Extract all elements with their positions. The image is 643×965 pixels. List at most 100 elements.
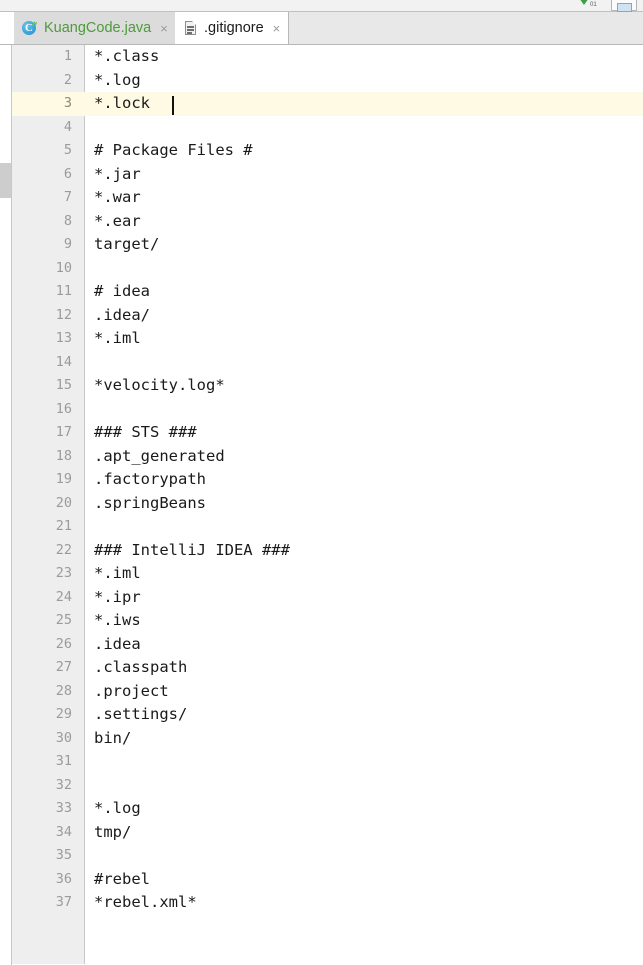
code-line-row[interactable]: 2 *.log: [12, 69, 643, 93]
code-line-row[interactable]: 13 *.iml: [12, 327, 643, 351]
line-text: # Package Files #: [94, 141, 253, 159]
code-line-row[interactable]: 12 .idea/: [12, 304, 643, 328]
close-icon[interactable]: ×: [160, 22, 168, 35]
line-text: *rebel.xml*: [94, 893, 197, 911]
code-line-row[interactable]: 3 *.lock: [12, 92, 643, 116]
line-number: 3: [63, 95, 72, 111]
code-line-row[interactable]: 1 *.class: [12, 45, 643, 69]
left-tool-strip[interactable]: [0, 45, 12, 965]
code-line-row[interactable]: 15 *velocity.log*: [12, 374, 643, 398]
line-text: *.iws: [94, 611, 141, 629]
code-line-row[interactable]: 7 *.war: [12, 186, 643, 210]
code-line-row[interactable]: 21: [12, 515, 643, 539]
run-badge-icon[interactable]: 10 01: [579, 0, 601, 10]
code-line-row[interactable]: 32: [12, 774, 643, 798]
code-line-row[interactable]: 26 .idea: [12, 633, 643, 657]
line-text: tmp/: [94, 822, 132, 841]
line-text: .idea: [94, 634, 141, 653]
tool-window-glyph: [617, 3, 632, 12]
line-text: *.iml: [94, 564, 141, 582]
close-icon[interactable]: ×: [273, 22, 281, 35]
line-text: .factorypath: [94, 470, 206, 488]
code-line-row[interactable]: 24 *.ipr: [12, 586, 643, 610]
line-text: *.log: [94, 799, 141, 817]
code-line-row[interactable]: 19 .factorypath: [12, 468, 643, 492]
line-text: .idea/: [94, 305, 150, 324]
scrollbar-thumb[interactable]: [0, 163, 11, 198]
badge-count-bottom: 01: [590, 2, 597, 8]
file-icon-line: [187, 29, 194, 31]
code-line-row[interactable]: 28 .project: [12, 680, 643, 704]
green-down-arrow-icon: [579, 0, 589, 5]
line-text: .classpath: [94, 658, 188, 676]
line-text: *.jar: [94, 164, 141, 183]
tool-window-icon[interactable]: [611, 0, 637, 12]
code-line-row[interactable]: 29 .settings/: [12, 703, 643, 727]
editor-tab-bar: C KuangCode.java × .gitignore ×: [0, 12, 643, 45]
code-line-row[interactable]: 9 target/: [12, 233, 643, 257]
line-number: 7: [63, 189, 72, 205]
code-line-row[interactable]: 31: [12, 750, 643, 774]
line-number: 35: [55, 847, 72, 863]
toolbar-strip: 10 01: [0, 0, 643, 25]
code-line-row[interactable]: 5 # Package Files #: [12, 139, 643, 163]
line-text: .settings/: [94, 705, 188, 723]
text-caret: [172, 96, 174, 115]
line-text: *.class: [94, 47, 160, 65]
code-line-row[interactable]: 20 .springBeans: [12, 492, 643, 516]
code-line-row[interactable]: 23 *.iml: [12, 562, 643, 586]
tab-gitignore[interactable]: .gitignore ×: [175, 12, 290, 44]
code-editor[interactable]: 1 *.class 2 *.log 3 *.lock 4 5 # Package Files #…: [12, 45, 643, 965]
code-line-row[interactable]: 25 *.iws: [12, 609, 643, 633]
line-number: 24: [55, 588, 72, 605]
code-line-row[interactable]: 30 bin/: [12, 727, 643, 751]
code-line-row[interactable]: 27 .classpath: [12, 656, 643, 680]
line-number: 29: [55, 706, 72, 722]
tab-label: .gitignore: [204, 20, 264, 36]
line-number: 9: [63, 236, 72, 252]
code-line-row[interactable]: 18 .apt_generated: [12, 445, 643, 469]
line-text: *.lock: [94, 94, 150, 112]
tab-label: KuangCode.java: [44, 20, 152, 36]
code-line-row[interactable]: 22 ### IntelliJ IDEA ###: [12, 539, 643, 563]
text-file-icon: [183, 20, 198, 36]
code-line-row[interactable]: 37 *rebel.xml*: [12, 891, 643, 915]
tab-kuangcode-java[interactable]: C KuangCode.java ×: [14, 12, 177, 44]
line-number: 13: [55, 330, 72, 346]
line-text: .project: [94, 681, 169, 700]
code-line-row[interactable]: 8 *.ear: [12, 210, 643, 234]
tabbar-left-padding: [0, 12, 14, 44]
line-number: 25: [55, 612, 72, 628]
line-number: 12: [55, 306, 72, 323]
line-number: 30: [55, 729, 72, 746]
line-number: 15: [55, 377, 72, 393]
line-number: 4: [63, 118, 72, 135]
code-line-row[interactable]: 10: [12, 257, 643, 281]
line-text: #rebel: [94, 869, 150, 888]
code-line-row[interactable]: 16: [12, 398, 643, 422]
code-line-row[interactable]: 6 *.jar: [12, 163, 643, 187]
line-text: ### IntelliJ IDEA ###: [94, 540, 290, 559]
code-line-row[interactable]: 14: [12, 351, 643, 375]
line-number: 31: [55, 753, 72, 769]
code-line-row[interactable]: 35: [12, 844, 643, 868]
line-text: *.iml: [94, 329, 141, 347]
code-line-row[interactable]: 33 *.log: [12, 797, 643, 821]
code-line-row[interactable]: 17 ### STS ###: [12, 421, 643, 445]
line-text: *.ear: [94, 211, 141, 230]
code-line-row[interactable]: 4: [12, 116, 643, 140]
line-number: 17: [55, 424, 72, 440]
line-number: 1: [63, 48, 72, 64]
line-text: .apt_generated: [94, 446, 225, 465]
code-line-row[interactable]: 34 tmp/: [12, 821, 643, 845]
code-lines[interactable]: 1 *.class 2 *.log 3 *.lock 4 5 # Package Files #…: [12, 45, 643, 965]
line-number: 2: [63, 71, 72, 88]
line-text: *velocity.log*: [94, 376, 225, 394]
line-number: 14: [55, 353, 72, 370]
line-number: 20: [55, 494, 72, 511]
code-line-row[interactable]: 36 #rebel: [12, 868, 643, 892]
line-text: bin/: [94, 728, 132, 747]
line-number: 28: [55, 682, 72, 699]
code-line-row[interactable]: 11 # idea: [12, 280, 643, 304]
java-icon-arrow: [31, 21, 38, 26]
